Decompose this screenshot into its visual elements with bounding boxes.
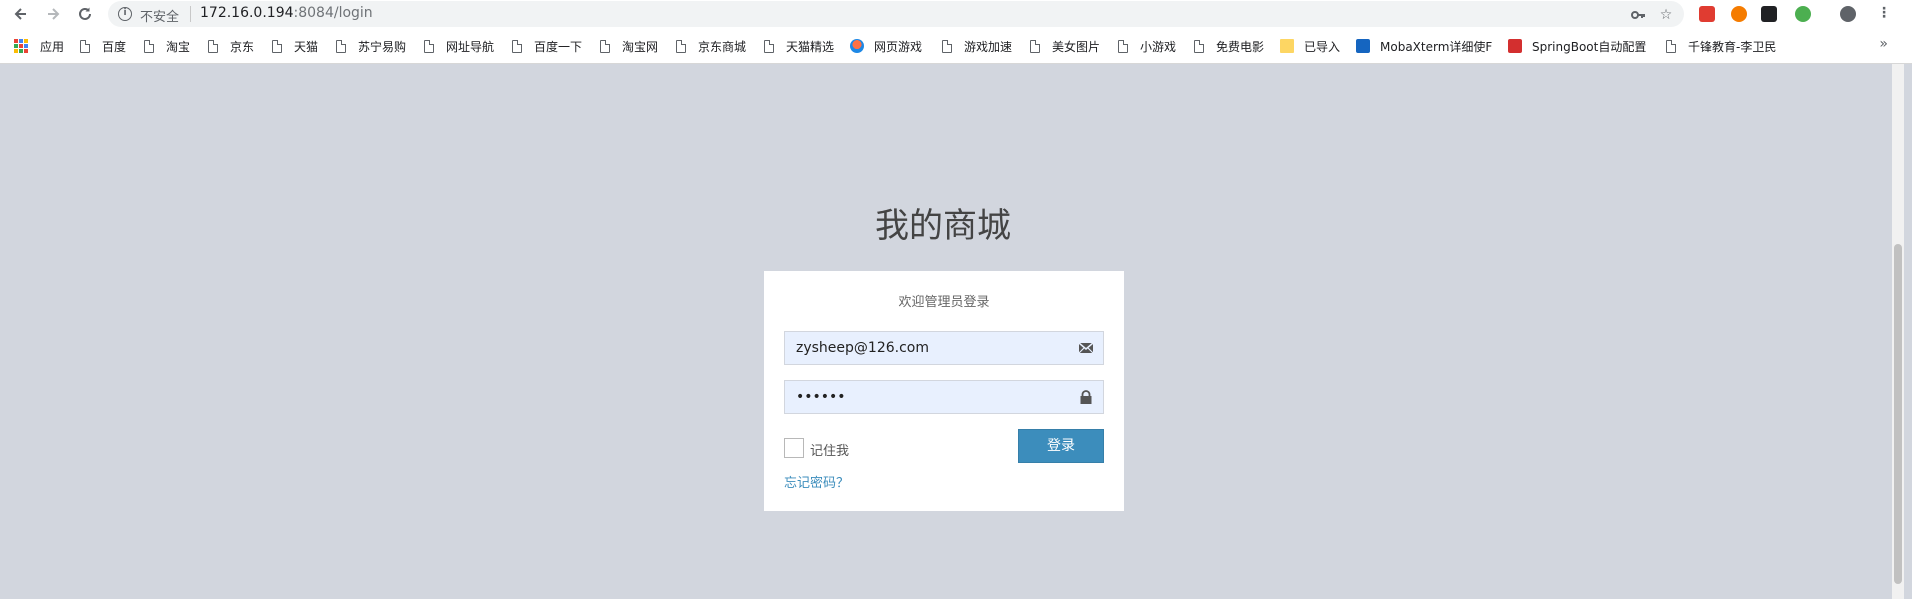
bookmark-label: 淘宝网 (622, 39, 659, 54)
bookmark-item[interactable]: 苏宁易购 (336, 37, 406, 55)
extension-green-icon[interactable] (1795, 6, 1811, 22)
window-edge (1904, 64, 1912, 599)
page-icon (80, 39, 90, 53)
key-icon[interactable] (1630, 7, 1646, 23)
page-title: 我的商城 (875, 206, 1011, 246)
bookmark-item[interactable]: 天猫精选 (764, 37, 834, 55)
bookmark-label: 苏宁易购 (358, 39, 407, 54)
bookmark-item[interactable]: 千锋教育-李卫民 (1666, 37, 1776, 55)
page-icon (1194, 39, 1204, 53)
balloon-icon (850, 39, 864, 53)
browser-toolbar: i 不安全 172.16.0.194:8084/login ☆ ⋮ (0, 0, 1912, 28)
bookmark-label: 千锋教育-李卫民 (1688, 39, 1777, 54)
bookmark-item[interactable]: 美女图片 (1030, 37, 1100, 55)
envelope-icon (1078, 342, 1094, 354)
info-icon[interactable]: i (118, 7, 132, 21)
security-label[interactable]: 不安全 (140, 6, 179, 25)
bookmark-label: 京东商城 (698, 39, 747, 54)
bookmark-item[interactable]: 免费电影 (1194, 37, 1264, 55)
forgot-password-link[interactable]: 忘记密码？ (784, 472, 849, 491)
forward-icon[interactable] (42, 3, 64, 25)
page-icon (1030, 39, 1040, 53)
bookmark-folder[interactable]: 已导入 (1280, 37, 1340, 55)
login-message: 欢迎管理员登录 (898, 295, 990, 310)
bookmark-item[interactable]: MobaXterm详细使F (1356, 37, 1492, 55)
email-field (784, 331, 1104, 365)
bookmark-item[interactable]: 百度 (80, 37, 126, 55)
bookmark-item[interactable]: 淘宝网 (600, 37, 658, 55)
menu-dots-icon[interactable]: ⋮ (1876, 5, 1892, 21)
bookmark-item[interactable]: SpringBoot自动配置 (1508, 37, 1646, 55)
bookmark-label: 天猫精选 (786, 39, 835, 54)
url-path: :8084/login (293, 5, 373, 21)
password-field (784, 380, 1104, 414)
page-icon (144, 39, 154, 53)
bookmark-item[interactable]: 京东 (208, 37, 254, 55)
lock-icon (1080, 390, 1092, 404)
login-button[interactable]: 登录 (1018, 429, 1104, 463)
remember-label[interactable]: 记住我 (810, 440, 849, 459)
bookmark-item[interactable]: 百度一下 (512, 37, 582, 55)
page-icon (600, 39, 610, 53)
remember-checkbox[interactable] (784, 438, 804, 458)
back-icon[interactable] (10, 3, 32, 25)
extension-orange-icon[interactable] (1731, 6, 1747, 22)
extension-dark-icon[interactable] (1761, 6, 1777, 22)
bookmark-apps[interactable]: 应用 (14, 37, 64, 55)
extension-fe-icon[interactable] (1699, 6, 1715, 22)
bookmark-item[interactable]: 天猫 (272, 37, 318, 55)
bookmark-label: MobaXterm详细使F (1380, 39, 1493, 54)
bookmark-label: 免费电影 (1216, 39, 1265, 54)
page-icon (942, 39, 952, 53)
page-icon (272, 39, 282, 53)
bookmark-label: 已导入 (1304, 39, 1341, 54)
bookmark-label: 京东 (230, 39, 255, 54)
address-bar[interactable]: i 不安全 172.16.0.194:8084/login ☆ (108, 1, 1684, 27)
page-icon (424, 39, 434, 53)
bookmark-label: 应用 (40, 39, 65, 54)
page-icon (764, 39, 774, 53)
bookmark-item[interactable]: 淘宝 (144, 37, 190, 55)
divider (190, 6, 191, 22)
page-icon (208, 39, 218, 53)
profile-icon[interactable] (1840, 6, 1856, 22)
page-icon (1666, 39, 1676, 53)
bookmark-item[interactable]: 小游戏 (1118, 37, 1176, 55)
scrollbar-thumb[interactable] (1894, 244, 1902, 584)
email-input[interactable] (785, 332, 1065, 364)
mobaxterm-icon (1356, 39, 1370, 53)
bookmark-item[interactable]: 游戏加速 (942, 37, 1012, 55)
bookmark-item[interactable]: 京东商城 (676, 37, 746, 55)
bookmark-label: 淘宝 (166, 39, 191, 54)
star-icon[interactable]: ☆ (1658, 7, 1674, 23)
csdn-icon (1508, 39, 1522, 53)
page-icon (512, 39, 522, 53)
bookmark-label: 美女图片 (1052, 39, 1101, 54)
bookmark-label: 百度 (102, 39, 127, 54)
scrollbar[interactable] (1892, 64, 1904, 599)
bookmark-label: 网页游戏 (874, 39, 923, 54)
bookmarks-bar: 应用 百度 淘宝 京东 天猫 苏宁易购 网址导航 百度一下 淘宝网 京东商城 天… (0, 28, 1912, 64)
bookmarks-overflow-icon[interactable]: » (1879, 36, 1888, 52)
page-icon (676, 39, 686, 53)
bookmark-item[interactable]: 网址导航 (424, 37, 494, 55)
bookmark-label: 网址导航 (446, 39, 495, 54)
page-icon (336, 39, 346, 53)
apps-grid-icon (14, 39, 28, 53)
bookmark-label: 天猫 (294, 39, 319, 54)
url-host: 172.16.0.194 (200, 5, 294, 21)
page-icon (1118, 39, 1128, 53)
bookmark-item[interactable]: 网页游戏 (850, 37, 922, 55)
password-input[interactable] (785, 381, 1065, 413)
bookmark-label: 小游戏 (1140, 39, 1177, 54)
folder-icon (1280, 39, 1294, 53)
bookmark-label: SpringBoot自动配置 (1532, 39, 1647, 54)
bookmark-label: 游戏加速 (964, 39, 1013, 54)
reload-icon[interactable] (74, 3, 96, 25)
bookmark-label: 百度一下 (534, 39, 583, 54)
login-box: 欢迎管理员登录 记住我 登录 忘记密码？ (764, 271, 1124, 511)
url-text[interactable]: 172.16.0.194:8084/login (200, 5, 373, 21)
